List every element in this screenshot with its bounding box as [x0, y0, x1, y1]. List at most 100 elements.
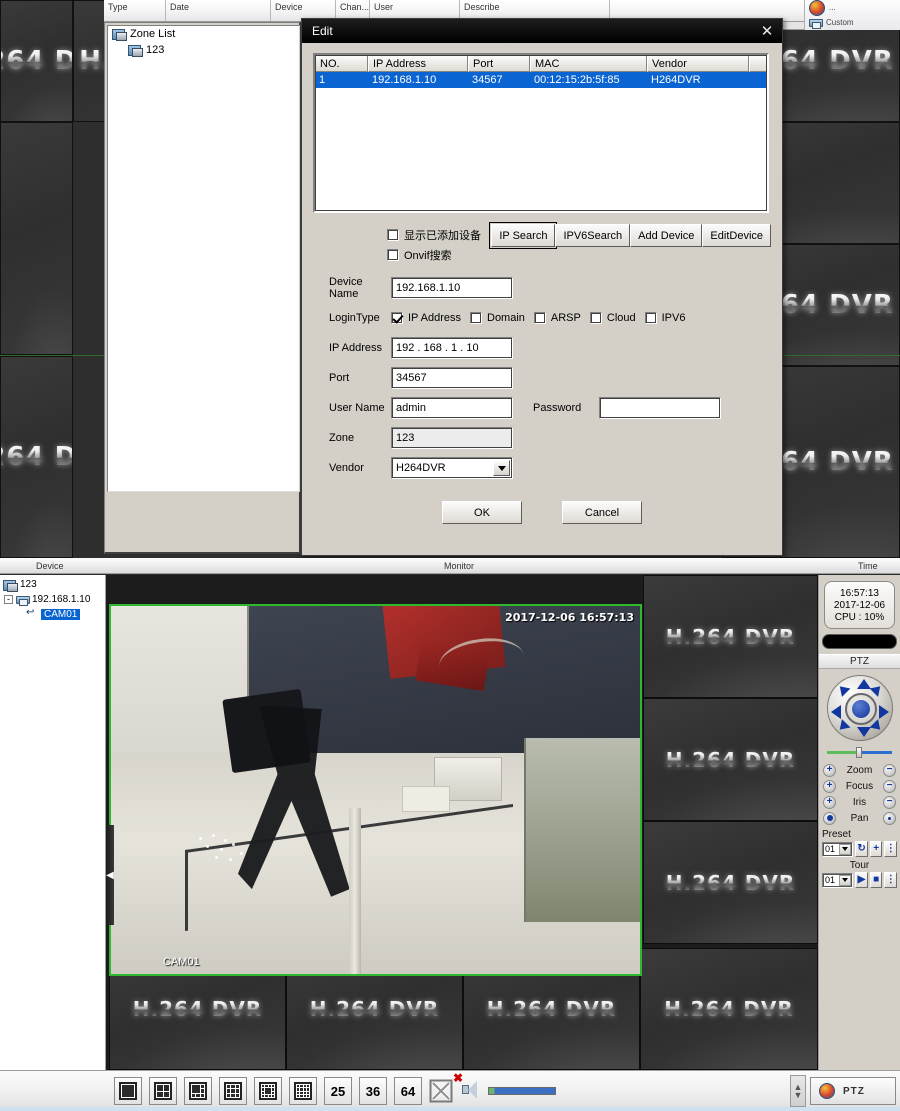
- checkbox-box[interactable]: [387, 249, 399, 261]
- panel-collapse-handle[interactable]: ◀: [106, 825, 114, 925]
- fullscreen-button[interactable]: [427, 1077, 455, 1105]
- preset-select[interactable]: 01: [822, 841, 854, 857]
- ip-search-button[interactable]: IP Search: [489, 222, 558, 249]
- grid-header-vendor[interactable]: Vendor: [647, 55, 749, 72]
- grid-header-no[interactable]: NO.: [315, 55, 368, 72]
- video-cell-placeholder[interactable]: H.264 DVR: [643, 698, 818, 821]
- panel-resize-handle[interactable]: ▲ ▼: [790, 1075, 806, 1107]
- user-name-input[interactable]: admin: [391, 397, 513, 419]
- ptz-left-icon[interactable]: [830, 705, 841, 719]
- dialog-titlebar[interactable]: Edit ✕: [302, 19, 782, 43]
- grid-empty-area[interactable]: [315, 88, 767, 211]
- log-col-date[interactable]: Date: [166, 0, 271, 21]
- zone-list-tree[interactable]: Zone List 123: [107, 25, 300, 492]
- ptz-down-left-icon[interactable]: [835, 719, 850, 734]
- ptz-center-button[interactable]: [851, 700, 870, 718]
- slider-thumb[interactable]: [855, 747, 862, 758]
- device-name-input[interactable]: 192.168.1.10: [391, 277, 513, 299]
- pan-start-button[interactable]: [823, 811, 836, 825]
- grid-header-port[interactable]: Port: [468, 55, 530, 72]
- layout-4-button[interactable]: [149, 1077, 177, 1105]
- video-cell-placeholder[interactable]: H.264 DVR: [643, 821, 818, 944]
- port-input[interactable]: 34567: [391, 367, 513, 389]
- ptz-right-icon[interactable]: [878, 705, 889, 719]
- layout-16-button[interactable]: [289, 1077, 317, 1105]
- cancel-button[interactable]: Cancel: [562, 501, 642, 524]
- logintype-ipv6[interactable]: IPV6: [644, 312, 685, 324]
- ptz-speed-slider[interactable]: [827, 747, 892, 758]
- zone-input[interactable]: 123: [391, 427, 513, 449]
- device-tree-item-device[interactable]: - 192.168.1.10: [0, 592, 105, 607]
- logintype-arsp[interactable]: ARSP: [533, 312, 581, 324]
- checkbox-box[interactable]: [644, 312, 657, 324]
- zone-tree-item-123[interactable]: 123: [108, 42, 299, 58]
- grid-header-mac[interactable]: MAC: [530, 55, 647, 72]
- volume-slider[interactable]: [488, 1087, 556, 1095]
- device-tree-item-camera[interactable]: CAM01: [0, 607, 105, 622]
- layout-1-button[interactable]: [114, 1077, 142, 1105]
- chevron-down-icon[interactable]: [839, 874, 852, 886]
- chevron-down-icon[interactable]: [839, 843, 852, 855]
- checkbox-box[interactable]: [391, 312, 403, 324]
- layout-64-button[interactable]: 64: [394, 1077, 422, 1105]
- grid-header-extra[interactable]: [749, 55, 767, 72]
- ok-button[interactable]: OK: [442, 501, 522, 524]
- checkbox-box[interactable]: [387, 229, 399, 241]
- pan-stop-button[interactable]: [882, 811, 896, 825]
- show-added-devices-checkbox[interactable]: 显示已添加设备: [387, 227, 487, 243]
- ipv6-search-button[interactable]: IPV6Search: [555, 224, 631, 247]
- ptz-up-left-icon[interactable]: [835, 682, 850, 697]
- video-cell-live-cam01[interactable]: 2017-12-06 16:57:13 CAM01: [109, 604, 642, 976]
- checkbox-box[interactable]: [589, 312, 602, 324]
- tray-row-2[interactable]: Custom: [805, 15, 900, 30]
- device-tree-item-zone[interactable]: 123: [0, 577, 105, 592]
- checkbox-box[interactable]: [470, 312, 482, 324]
- preset-add-button[interactable]: +: [869, 841, 883, 857]
- zoom-in-button[interactable]: +: [823, 763, 836, 777]
- checkbox-box[interactable]: [533, 312, 546, 324]
- table-row[interactable]: 1 192.168.1.10 34567 00:12:15:2b:5f:85 H…: [315, 72, 767, 88]
- ptz-up-icon[interactable]: [856, 679, 871, 689]
- chevron-down-icon[interactable]: [493, 460, 510, 476]
- focus-near-button[interactable]: +: [823, 779, 836, 793]
- focus-far-button[interactable]: −: [882, 779, 896, 793]
- zoom-out-button[interactable]: −: [883, 763, 896, 777]
- device-search-results-grid[interactable]: NO. IP Address Port MAC Vendor 1 192.168…: [313, 53, 769, 213]
- edit-device-button[interactable]: EditDevice: [702, 224, 771, 247]
- iris-close-button[interactable]: −: [883, 795, 896, 809]
- ptz-tab-button[interactable]: PTZ: [810, 1077, 896, 1105]
- logintype-domain[interactable]: Domain: [470, 312, 525, 324]
- layout-13-button[interactable]: [254, 1077, 282, 1105]
- video-cell-placeholder[interactable]: H.264 DVR: [640, 948, 818, 1070]
- video-cell-placeholder[interactable]: H.264 DVR: [643, 575, 818, 698]
- add-device-button[interactable]: Add Device: [630, 224, 703, 247]
- tour-select[interactable]: 01: [822, 872, 854, 888]
- close-icon[interactable]: ✕: [752, 19, 782, 43]
- onvif-search-checkbox[interactable]: Onvif搜索: [387, 247, 487, 263]
- grid-header-ip[interactable]: IP Address: [368, 55, 468, 72]
- ptz-down-icon[interactable]: [856, 727, 871, 737]
- layout-36-button[interactable]: 36: [359, 1077, 387, 1105]
- layout-25-button[interactable]: 25: [324, 1077, 352, 1105]
- layout-6-button[interactable]: [184, 1077, 212, 1105]
- layout-9-button[interactable]: [219, 1077, 247, 1105]
- ptz-down-right-icon[interactable]: [869, 719, 884, 734]
- log-col-type[interactable]: Type: [104, 0, 166, 21]
- ptz-up-right-icon[interactable]: [869, 682, 884, 697]
- tour-more-button[interactable]: ⋮: [884, 872, 898, 888]
- tour-stop-button[interactable]: ■: [869, 872, 883, 888]
- logintype-cloud[interactable]: Cloud: [589, 312, 636, 324]
- tour-play-button[interactable]: ▶: [855, 872, 868, 888]
- preset-goto-button[interactable]: ↻: [855, 841, 868, 857]
- device-tree-panel[interactable]: 123 - 192.168.1.10 CAM01: [0, 575, 106, 1070]
- password-input[interactable]: [599, 397, 721, 419]
- collapse-expander-icon[interactable]: -: [4, 595, 13, 604]
- ip-address-input[interactable]: 192 . 168 . 1 . 10: [391, 337, 513, 359]
- vendor-select[interactable]: H264DVR: [391, 457, 513, 479]
- iris-open-button[interactable]: +: [823, 795, 836, 809]
- zone-tree-item-root[interactable]: Zone List: [108, 26, 299, 42]
- ptz-direction-pad[interactable]: [826, 675, 893, 741]
- preset-more-button[interactable]: ⋮: [884, 841, 898, 857]
- tray-row-1[interactable]: ...: [805, 0, 900, 16]
- logintype-ip-address[interactable]: IP Address: [391, 312, 461, 324]
